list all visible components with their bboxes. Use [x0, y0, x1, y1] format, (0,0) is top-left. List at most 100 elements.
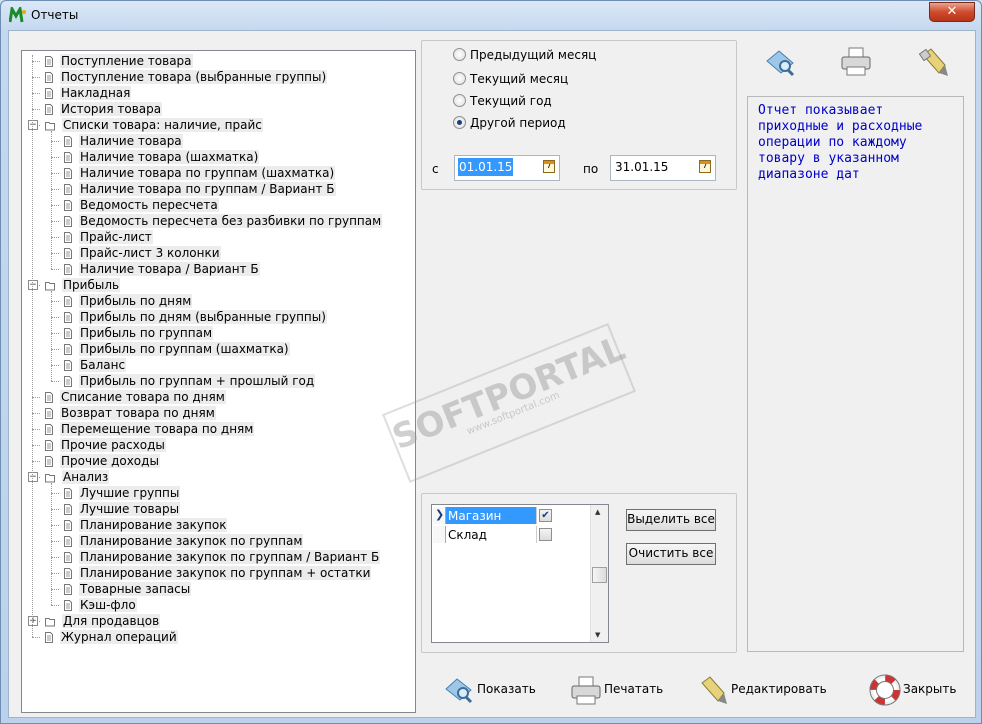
checkbox-unchecked-icon[interactable]	[539, 528, 552, 541]
tree-item-label: Ведомость пересчета без разбивки по груп…	[79, 214, 383, 228]
tree-item-label: Поступление товара (выбранные группы)	[60, 70, 328, 84]
tree-item[interactable]: Ведомость пересчета без разбивки по груп…	[63, 213, 383, 229]
tree-item-label: Планирование закупок по группам / Вариан…	[79, 550, 381, 564]
row-indicator: ❯	[433, 507, 446, 524]
tree-item[interactable]: Ведомость пересчета	[63, 197, 219, 213]
edit-icon[interactable]	[917, 45, 951, 79]
tree-folder[interactable]: Списки товара: наличие, прайс	[44, 117, 263, 133]
store-checkbox-cell[interactable]: ✔	[536, 507, 553, 524]
folder-icon	[45, 474, 55, 483]
tree-folder[interactable]: Для продавцов	[44, 613, 161, 629]
softportal-watermark: SOFTPORTAL www.softportal.com	[382, 322, 636, 484]
tree-item[interactable]: Прибыль по группам (шахматка)	[63, 341, 290, 357]
pencil-icon	[701, 676, 727, 704]
tree-item[interactable]: Возврат товара по дням	[44, 405, 216, 421]
tree-item[interactable]: Лучшие группы	[63, 485, 181, 501]
scroll-thumb[interactable]	[592, 567, 607, 583]
doc-icon	[64, 232, 72, 243]
window-close-button[interactable]: ✕	[929, 2, 975, 22]
store-checkbox-cell[interactable]	[536, 526, 553, 543]
to-date-field[interactable]: 31.01.15 7	[610, 155, 716, 181]
period-option[interactable]: Предыдущий месяц	[453, 47, 596, 63]
report-description: Отчет показывает приходные и расходные о…	[747, 96, 964, 652]
close-button[interactable]: Закрыть	[869, 674, 959, 706]
tree-folder[interactable]: Прибыль	[44, 277, 121, 293]
tree-item[interactable]: Прибыль по группам + прошлый год	[63, 373, 316, 389]
period-option-label: Текущий год	[470, 94, 552, 108]
tree-connector	[51, 333, 59, 334]
tree-item[interactable]: Наличие товара (шахматка)	[63, 149, 260, 165]
tree-item[interactable]: Лучшие товары	[63, 501, 181, 517]
from-date-field[interactable]: 01.01.15 7	[454, 155, 560, 181]
print-button[interactable]: Печатать	[570, 674, 663, 705]
doc-icon	[64, 296, 72, 307]
grid-scrollbar[interactable]: ▲ ▼	[590, 505, 608, 642]
show-icon	[445, 678, 473, 704]
tree-item[interactable]: История товара	[44, 101, 163, 117]
calendar-icon[interactable]: 7	[543, 160, 555, 173]
store-row[interactable]: Склад	[432, 526, 562, 544]
folder-icon	[45, 282, 55, 291]
tree-item[interactable]: Прочие расходы	[44, 437, 166, 453]
stores-grid[interactable]: ❯ Магазин ✔ Склад ▲ ▼	[431, 504, 609, 643]
tree-item[interactable]: Планирование закупок по группам + остатк…	[63, 565, 372, 581]
tree-item[interactable]: Списание товара по дням	[44, 389, 226, 405]
tree-item[interactable]: Накладная	[44, 85, 132, 101]
tree-item[interactable]: Наличие товара / Вариант Б	[63, 261, 260, 277]
tree-item[interactable]: Поступление товара	[44, 53, 193, 69]
clear-all-button[interactable]: Очистить все	[626, 543, 716, 565]
title-bar: Отчеты ✕	[1, 1, 981, 29]
collapse-icon[interactable]: −	[28, 472, 38, 482]
tree-item[interactable]: Товарные запасы	[63, 581, 192, 597]
tree-item[interactable]: Прибыль по дням (выбранные группы)	[63, 309, 327, 325]
edit-button[interactable]: Редактировать	[697, 674, 827, 704]
doc-icon	[64, 488, 72, 499]
tree-item[interactable]: Прайс-лист	[63, 229, 153, 245]
radio-button-icon[interactable]	[453, 72, 466, 85]
tree-item[interactable]: Журнал операций	[44, 629, 178, 645]
tree-item[interactable]: Баланс	[63, 357, 127, 373]
tree-item-label: Наличие товара / Вариант Б	[79, 262, 260, 276]
tree-root-line	[32, 55, 33, 637]
tree-item[interactable]: Прайс-лист 3 колонки	[63, 245, 221, 261]
radio-button-icon[interactable]	[453, 116, 466, 129]
tree-item[interactable]: Наличие товара по группам / Вариант Б	[63, 181, 336, 197]
tree-item[interactable]: Планирование закупок	[63, 517, 228, 533]
radio-button-icon[interactable]	[453, 94, 466, 107]
tree-folder[interactable]: Анализ	[44, 469, 110, 485]
tree-item[interactable]: Прибыль по дням	[63, 293, 193, 309]
period-option[interactable]: Другой период	[453, 115, 566, 131]
show-button[interactable]: Показать	[443, 674, 536, 704]
tree-item[interactable]: Планирование закупок по группам	[63, 533, 304, 549]
tree-item[interactable]: Прочие доходы	[44, 453, 160, 469]
tree-item-label: Прайс-лист 3 колонки	[79, 246, 221, 260]
checkbox-checked-icon[interactable]: ✔	[539, 509, 552, 522]
period-option[interactable]: Текущий год	[453, 93, 552, 109]
tree-item[interactable]: Наличие товара	[63, 133, 183, 149]
preview-report-icon[interactable]	[763, 45, 797, 79]
tree-item-label: Прибыль по дням	[79, 294, 193, 308]
reports-tree[interactable]: Поступление товара Поступление товара (вы…	[21, 50, 416, 713]
scroll-down-icon[interactable]: ▼	[595, 631, 600, 639]
collapse-icon[interactable]: −	[28, 280, 38, 290]
collapse-icon[interactable]: −	[28, 120, 38, 130]
store-row[interactable]: ❯ Магазин ✔	[432, 507, 562, 525]
select-all-button[interactable]: Выделить все	[626, 509, 716, 531]
tree-item[interactable]: Поступление товара (выбранные группы)	[44, 69, 328, 85]
calendar-icon[interactable]: 7	[699, 160, 711, 173]
scroll-up-icon[interactable]: ▲	[595, 508, 600, 516]
doc-icon	[64, 200, 72, 211]
period-option[interactable]: Текущий месяц	[453, 71, 568, 87]
tree-connector	[51, 605, 59, 606]
tree-item-label: Наличие товара (шахматка)	[79, 150, 260, 164]
expand-icon[interactable]: +	[28, 616, 38, 626]
print-icon[interactable]	[839, 45, 873, 79]
tree-item-label: Кэш-фло	[79, 598, 137, 612]
tree-item[interactable]: Кэш-фло	[63, 597, 137, 613]
tree-item[interactable]: Перемещение товара по дням	[44, 421, 255, 437]
tree-item[interactable]: Наличие товара по группам (шахматка)	[63, 165, 336, 181]
tree-item[interactable]: Планирование закупок по группам / Вариан…	[63, 549, 381, 565]
tree-item[interactable]: Прибыль по группам	[63, 325, 213, 341]
lifebuoy-icon	[869, 674, 901, 706]
radio-button-icon[interactable]	[453, 48, 466, 61]
